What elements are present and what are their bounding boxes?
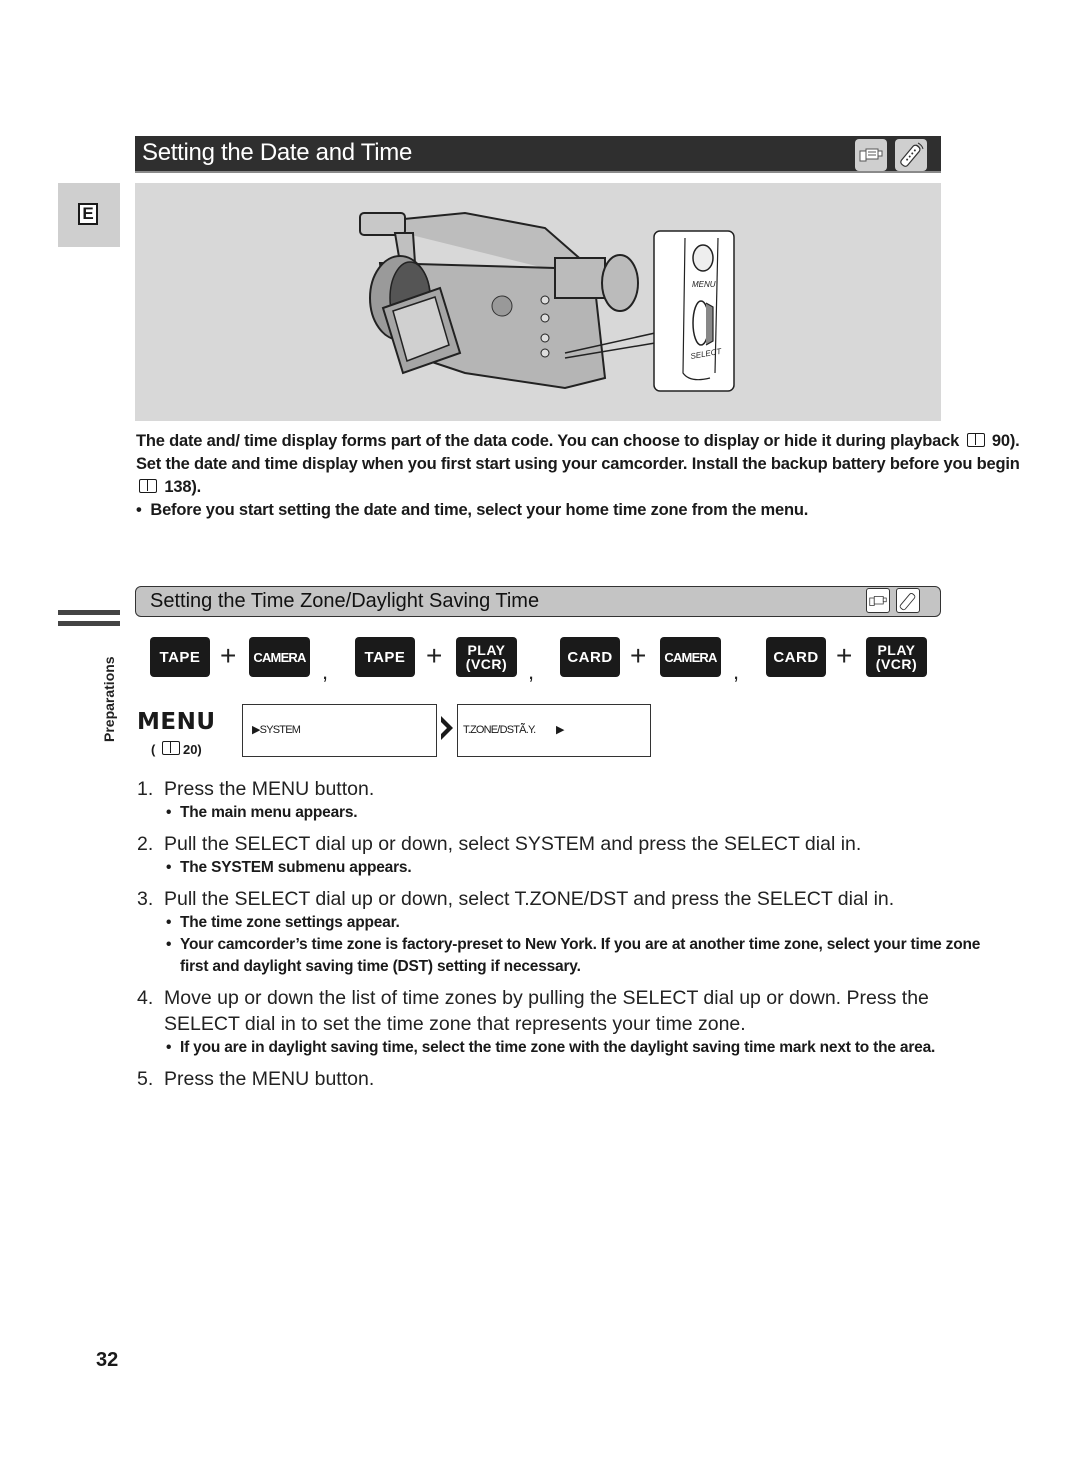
step-5: 5. Press the MENU button. bbox=[137, 1068, 375, 1090]
menu-button-label: MENU bbox=[692, 280, 716, 289]
mode-card-key: CARD bbox=[766, 637, 826, 677]
mode-camera-key: CAMERA bbox=[249, 637, 310, 677]
page-number: 32 bbox=[96, 1349, 119, 1371]
mode-camera-key: CAMERA bbox=[660, 637, 721, 677]
step-1-note: • The main menu appears. bbox=[166, 804, 358, 821]
language-letter: E bbox=[78, 203, 98, 225]
page-title-bar: Setting the Date and Time bbox=[135, 136, 941, 173]
plus-sign: + bbox=[426, 640, 443, 671]
page-title: Setting the Date and Time bbox=[142, 139, 413, 166]
step-4-note: • If you are in daylight saving time, sel… bbox=[166, 1039, 936, 1056]
intro-text: The date and/ time display forms part of… bbox=[136, 430, 1026, 522]
plus-sign: + bbox=[220, 640, 237, 671]
step-3: 3. Pull the SELECT dial up or down, selec… bbox=[137, 888, 895, 910]
comma: , bbox=[322, 659, 329, 684]
step-2: 2. Pull the SELECT dial up or down, selec… bbox=[137, 833, 862, 855]
book-reference-icon bbox=[966, 433, 985, 447]
chevron-right-icon bbox=[441, 716, 453, 740]
remote-control-icon bbox=[896, 588, 920, 613]
step-2-note: • The SYSTEM submenu appears. bbox=[166, 859, 412, 876]
step-4: 4. Move up or down the list of time zones… bbox=[137, 987, 929, 1035]
arrow-right-icon: ▶ bbox=[556, 724, 564, 736]
camcorder-icon bbox=[855, 139, 887, 171]
mode-tape-key: TAPE bbox=[150, 637, 210, 677]
mode-tape-key: TAPE bbox=[355, 637, 415, 677]
step-3-note-2: • Your camcorder’s time zone is factory-p… bbox=[166, 936, 981, 975]
menu-label: MENU bbox=[137, 709, 216, 735]
step-3-note-1: • The time zone settings appear. bbox=[166, 914, 400, 931]
menu-page-reference: ( 20) bbox=[151, 741, 202, 757]
chapter-label: Preparations bbox=[101, 656, 117, 742]
remote-control-icon bbox=[895, 139, 927, 171]
instruction-steps: 1. Press the MENU button. • The main menu … bbox=[137, 776, 987, 1092]
camcorder-illustration: MENU SELECT bbox=[135, 183, 941, 421]
camcorder-icon bbox=[866, 588, 890, 613]
comma: , bbox=[528, 659, 535, 684]
intro-bullet: • Before you start setting the date and … bbox=[136, 501, 809, 519]
section-divider bbox=[58, 610, 120, 632]
plus-sign: + bbox=[836, 640, 853, 671]
book-reference-icon bbox=[139, 479, 157, 493]
section-title: Setting the Time Zone/Daylight Saving Ti… bbox=[150, 590, 540, 612]
intro-paragraph-1: The date and/ time display forms part of… bbox=[136, 432, 1020, 450]
menu-screen-system: ▶SYSTEM bbox=[242, 704, 437, 757]
section-header: Setting the Time Zone/Daylight Saving Ti… bbox=[135, 586, 941, 617]
intro-paragraph-2: Set the date and time display when you f… bbox=[136, 455, 1020, 496]
step-1: 1. Press the MENU button. bbox=[137, 778, 375, 800]
mode-play-vcr-key: PLAY (VCR) bbox=[456, 637, 517, 677]
mode-play-vcr-key: PLAY (VCR) bbox=[866, 637, 927, 677]
menu-screen-tzone: T.ZONE/DSTÃ̃.Y. ▶ bbox=[457, 704, 651, 757]
book-reference-icon bbox=[161, 741, 180, 755]
comma: , bbox=[733, 659, 740, 684]
plus-sign: + bbox=[630, 640, 647, 671]
camcorder-drawing: MENU SELECT bbox=[359, 211, 735, 392]
language-tab: E bbox=[58, 183, 120, 247]
mode-card-key: CARD bbox=[560, 637, 620, 677]
